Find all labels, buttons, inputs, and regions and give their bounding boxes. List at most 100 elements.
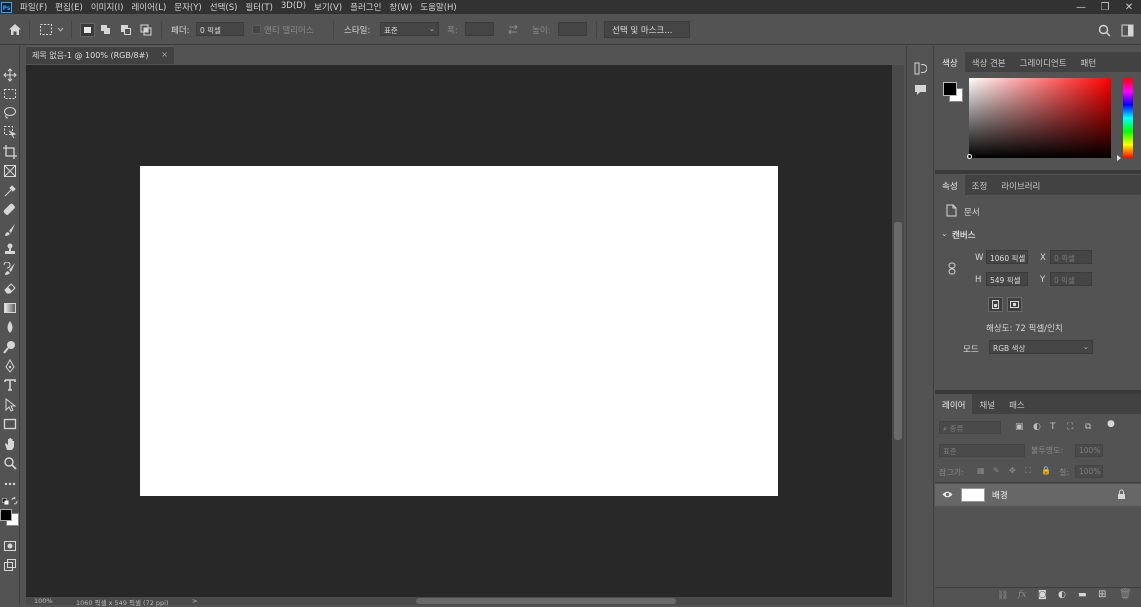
rectangular-marquee-tool-icon[interactable]	[3, 87, 17, 101]
tab-paths[interactable]: 패스	[1002, 394, 1032, 414]
gradient-tool-icon[interactable]	[3, 301, 17, 315]
lasso-tool-icon[interactable]	[3, 106, 17, 120]
zoom-tool-icon[interactable]	[3, 456, 17, 470]
rectangle-tool-icon[interactable]	[3, 417, 17, 431]
canvas[interactable]	[140, 166, 778, 496]
marquee-preset-icon[interactable]	[39, 23, 65, 36]
eyedropper-tool-icon[interactable]	[3, 184, 17, 198]
blur-tool-icon[interactable]	[3, 320, 17, 334]
search-icon[interactable]	[1098, 24, 1111, 37]
menu-type[interactable]: 문자(Y)	[174, 1, 201, 13]
image-filter-icon[interactable]: ▣	[1015, 422, 1024, 432]
history-panel-icon[interactable]	[914, 62, 927, 75]
antialias-checkbox[interactable]	[252, 25, 261, 34]
foreground-color-swatch[interactable]	[0, 509, 12, 521]
lock-icon[interactable]	[1117, 489, 1126, 500]
width-input[interactable]	[465, 22, 494, 36]
canvas-x-input[interactable]: 0 픽셀	[1050, 250, 1092, 264]
style-select[interactable]: 표준 ⌄	[380, 22, 439, 36]
swap-colors-icon[interactable]	[11, 497, 19, 505]
close-tab-icon[interactable]: ×	[161, 50, 168, 59]
menu-image[interactable]: 이미지(I)	[91, 1, 124, 13]
new-adjustment-layer-icon[interactable]: ◐	[1058, 590, 1066, 600]
color-mode-select[interactable]: RGB 색상 ⌄	[989, 340, 1093, 354]
tab-libraries[interactable]: 라이브러리	[994, 175, 1047, 195]
menu-window[interactable]: 창(W)	[389, 1, 412, 13]
path-selection-tool-icon[interactable]	[3, 398, 17, 412]
menu-select[interactable]: 선택(S)	[210, 1, 238, 13]
menu-filter[interactable]: 필터(T)	[245, 1, 272, 13]
hand-tool-icon[interactable]	[3, 437, 17, 451]
comments-panel-icon[interactable]	[914, 84, 927, 96]
move-tool-icon[interactable]	[3, 68, 17, 82]
status-menu-arrow[interactable]: >	[192, 597, 197, 605]
restore-button[interactable]: ❐	[1093, 2, 1117, 13]
tab-channels[interactable]: 채널	[972, 394, 1002, 414]
screen-mode-icon[interactable]	[3, 558, 17, 572]
new-layer-icon[interactable]: ⊞	[1098, 589, 1106, 600]
intersect-selection-icon[interactable]	[139, 23, 153, 37]
default-colors-icon[interactable]	[2, 498, 9, 505]
canvas-y-input[interactable]: 0 픽셀	[1050, 272, 1092, 286]
color-picker-marker[interactable]	[967, 154, 972, 159]
layer-filter-select[interactable]: ⌕ 종류	[939, 421, 1001, 434]
quick-mask-icon[interactable]	[3, 539, 17, 553]
canvas-height-input[interactable]: 549 픽셀	[986, 272, 1028, 286]
canvas-section-chevron-icon[interactable]: ⌄	[941, 229, 948, 238]
fill-input[interactable]: 100%	[1075, 465, 1103, 478]
document-tab[interactable]: 제목 없음-1 @ 100% (RGB/8#) ×	[26, 46, 174, 64]
lock-image-icon[interactable]: ✎	[993, 466, 1000, 475]
lock-position-icon[interactable]: ✥	[1009, 466, 1016, 475]
healing-brush-tool-icon[interactable]	[3, 203, 17, 217]
link-layers-icon[interactable]: ⛓	[997, 591, 1008, 601]
add-mask-icon[interactable]: ◙	[1038, 590, 1047, 600]
type-tool-icon[interactable]	[3, 378, 17, 392]
brush-tool-icon[interactable]	[3, 223, 17, 237]
feather-input[interactable]: 0 픽셀	[196, 22, 244, 36]
new-group-icon[interactable]: ▬	[1078, 590, 1087, 600]
tab-adjustments[interactable]: 조정	[965, 175, 995, 195]
menu-file[interactable]: 파일(F)	[20, 1, 47, 13]
tab-layers[interactable]: 레이어	[935, 394, 973, 414]
landscape-orientation-icon[interactable]	[1007, 297, 1022, 312]
tab-color[interactable]: 색상	[935, 52, 965, 72]
opacity-input[interactable]: 100%	[1075, 444, 1103, 457]
blend-mode-select[interactable]: 표준	[939, 444, 1025, 457]
color-panel-foreground-swatch[interactable]	[943, 82, 957, 96]
hue-slider-handle[interactable]	[1117, 155, 1121, 161]
swap-icon[interactable]	[507, 24, 519, 35]
portrait-orientation-icon[interactable]	[988, 297, 1003, 312]
tab-gradients[interactable]: 그레이디언트	[1013, 52, 1074, 72]
hue-slider[interactable]	[1123, 78, 1133, 158]
eye-icon[interactable]	[942, 490, 953, 499]
dodge-tool-icon[interactable]	[3, 340, 17, 354]
delete-layer-icon[interactable]: 🗑	[1119, 589, 1132, 600]
menu-layer[interactable]: 레이어(L)	[131, 1, 166, 13]
horizontal-scrollbar-thumb[interactable]	[416, 598, 676, 604]
clone-stamp-tool-icon[interactable]	[3, 242, 17, 256]
more-tools-icon[interactable]	[3, 476, 17, 490]
fx-icon[interactable]: fx	[1018, 590, 1026, 600]
layer-name[interactable]: 배경	[992, 489, 1008, 501]
pen-tool-icon[interactable]	[3, 359, 17, 373]
menu-help[interactable]: 도움말(H)	[420, 1, 456, 13]
workspace-icon[interactable]	[1121, 24, 1134, 37]
canvas-width-input[interactable]: 1060 픽셀	[986, 250, 1028, 264]
crop-tool-icon[interactable]	[3, 145, 17, 159]
lock-artboard-icon[interactable]: ⛶	[1025, 466, 1031, 476]
type-filter-icon[interactable]: T	[1050, 422, 1056, 432]
lock-all-icon[interactable]: 🔒	[1041, 466, 1051, 475]
menu-view[interactable]: 보기(V)	[314, 1, 342, 13]
zoom-level[interactable]: 100%	[34, 597, 53, 605]
history-brush-tool-icon[interactable]	[3, 262, 17, 276]
new-selection-icon[interactable]	[80, 23, 95, 37]
tab-patterns[interactable]: 패턴	[1074, 52, 1104, 72]
lock-transparent-icon[interactable]: ▦	[977, 466, 985, 475]
tab-swatches[interactable]: 색상 견본	[965, 52, 1013, 72]
menu-plugins[interactable]: 플러그인	[350, 1, 381, 13]
layer-row[interactable]: 배경	[935, 484, 1141, 506]
menu-3d[interactable]: 3D(D)	[281, 1, 306, 13]
add-to-selection-icon[interactable]	[99, 23, 113, 37]
eraser-tool-icon[interactable]	[3, 281, 17, 295]
tab-properties[interactable]: 속성	[935, 175, 965, 195]
